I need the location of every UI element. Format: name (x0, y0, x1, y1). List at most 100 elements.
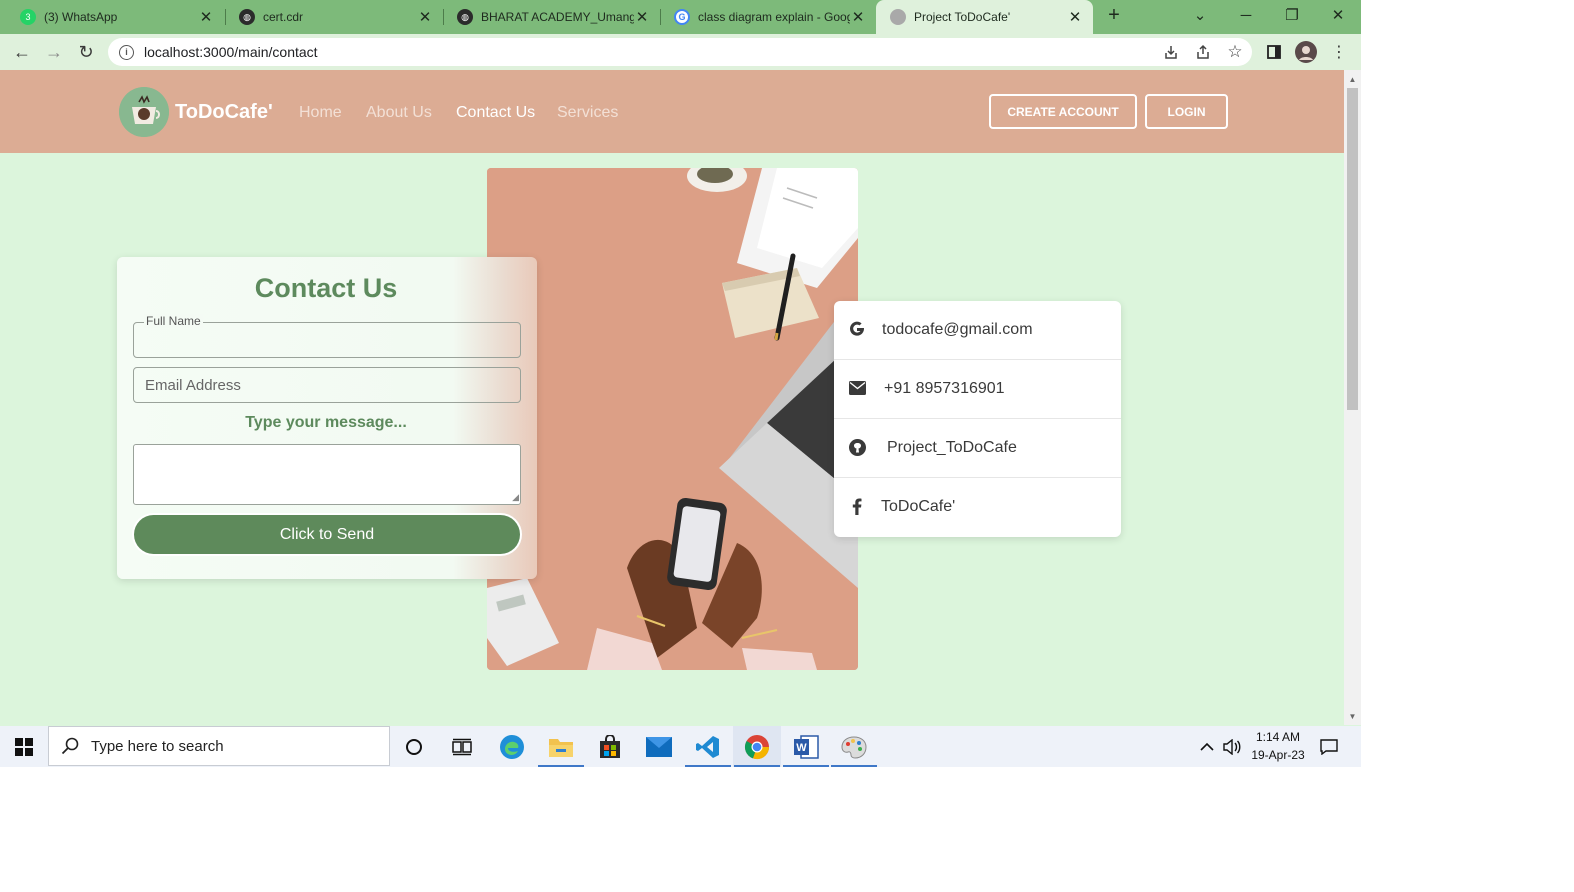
share-icon[interactable] (1192, 41, 1214, 63)
taskbar-mail[interactable] (635, 726, 683, 767)
profile-avatar-icon[interactable] (1295, 41, 1317, 63)
windows-logo-icon (15, 737, 33, 756)
scroll-up-arrow-icon[interactable]: ▲ (1344, 72, 1361, 86)
paint-palette-icon (841, 735, 867, 759)
github-icon (848, 438, 866, 456)
taskbar-edge[interactable] (488, 726, 536, 767)
taskbar-store[interactable] (586, 726, 634, 767)
bookmark-star-icon[interactable]: ☆ (1224, 41, 1246, 63)
close-icon[interactable]: ✕ (417, 8, 433, 26)
task-view-icon (452, 738, 472, 755)
browser-toolbar: ← → ↻ i localhost:3000/main/contact ☆ ⋮ (0, 34, 1361, 70)
contact-form-card: Contact Us Full Name Email Address Type … (117, 257, 537, 579)
page-scrollbar[interactable]: ▲ ▼ (1344, 70, 1361, 725)
nav-home[interactable]: Home (299, 104, 342, 122)
facebook-icon (848, 497, 866, 515)
nav-about-us[interactable]: About Us (366, 104, 432, 122)
login-button[interactable]: LOGIN (1145, 94, 1228, 129)
contact-email-text: todocafe@gmail.com (882, 321, 1033, 338)
todocafe-logo[interactable] (119, 87, 169, 137)
tab-title: cert.cdr (263, 10, 304, 24)
contact-github-text: Project_ToDoCafe (887, 439, 1017, 456)
globe-icon: ◍ (239, 9, 255, 25)
close-icon[interactable]: ✕ (198, 8, 214, 26)
contact-info-phone[interactable]: +91 8957316901 (834, 360, 1121, 419)
close-icon[interactable]: ✕ (634, 8, 650, 26)
reload-button[interactable]: ↻ (72, 39, 100, 65)
restore-button[interactable]: ❐ (1269, 0, 1315, 30)
taskbar-paint[interactable] (830, 726, 878, 767)
globe-icon: ◍ (457, 9, 473, 25)
todocafe-icon (890, 9, 906, 25)
volume-icon[interactable] (1219, 726, 1245, 767)
windows-taskbar: Type here to search W 1:14 AM 19-Apr-23 (0, 726, 1361, 767)
create-account-button[interactable]: CREATE ACCOUNT (989, 94, 1137, 129)
menu-kebab-icon[interactable]: ⋮ (1328, 41, 1350, 63)
whatsapp-icon: 3 (20, 9, 36, 25)
contact-info-facebook[interactable]: ToDoCafe' (834, 478, 1121, 537)
svg-text:W: W (796, 742, 807, 754)
vscode-icon (696, 735, 719, 758)
tab-bharat-academy[interactable]: ◍ BHARAT ACADEMY_Umang S ✕ (443, 0, 660, 34)
tab-whatsapp[interactable]: 3 (3) WhatsApp ✕ (6, 0, 224, 34)
mail-icon (646, 736, 672, 757)
email-placeholder: Email Address (145, 377, 241, 394)
edge-icon (500, 734, 524, 759)
contact-info-list: todocafe@gmail.com +91 8957316901 Projec… (834, 301, 1121, 537)
tray-chevron-up-icon[interactable] (1195, 726, 1219, 767)
word-icon: W (794, 734, 819, 759)
search-icon (61, 737, 79, 755)
send-button[interactable]: Click to Send (134, 515, 520, 554)
close-icon[interactable]: ✕ (850, 8, 866, 26)
nav-contact-us[interactable]: Contact Us (456, 104, 535, 122)
folder-icon (549, 738, 573, 757)
brand-name[interactable]: ToDoCafe' (175, 101, 273, 124)
tab-project-todocafe[interactable]: Project ToDoCafe' ✕ (876, 0, 1093, 34)
install-icon[interactable] (1160, 41, 1182, 63)
tab-title: class diagram explain - Goog (698, 10, 850, 24)
task-view-button[interactable] (438, 726, 486, 767)
message-textarea[interactable]: ◢ (133, 444, 521, 505)
new-tab-button[interactable]: + (1092, 0, 1136, 30)
taskbar-file-explorer[interactable] (537, 726, 585, 767)
tab-title: BHARAT ACADEMY_Umang S (481, 10, 634, 24)
tab-title: Project ToDoCafe' (914, 10, 1011, 24)
scrollbar-thumb[interactable] (1347, 88, 1358, 410)
taskbar-clock[interactable]: 1:14 AM 19-Apr-23 (1246, 728, 1310, 764)
clock-date: 19-Apr-23 (1251, 748, 1305, 762)
address-bar[interactable]: i localhost:3000/main/contact (108, 38, 1252, 66)
contact-info-github[interactable]: Project_ToDoCafe (834, 419, 1121, 478)
contact-info-email[interactable]: todocafe@gmail.com (834, 301, 1121, 360)
tab-google-search[interactable]: G class diagram explain - Goog ✕ (660, 0, 876, 34)
tab-search-chevron-icon[interactable]: ⌄ (1177, 0, 1223, 30)
nav-services[interactable]: Services (557, 104, 618, 122)
store-bag-icon (600, 734, 620, 758)
close-window-button[interactable]: ✕ (1315, 0, 1361, 30)
back-button[interactable]: ← (8, 39, 36, 65)
taskbar-vscode[interactable] (684, 726, 732, 767)
taskbar-word[interactable]: W (782, 726, 830, 767)
taskbar-chrome[interactable] (733, 726, 781, 767)
taskbar-search-placeholder: Type here to search (91, 737, 224, 755)
start-button[interactable] (0, 726, 48, 767)
email-field[interactable]: Email Address (133, 367, 521, 403)
contact-phone-text: +91 8957316901 (884, 380, 1005, 397)
scroll-down-arrow-icon[interactable]: ▼ (1344, 709, 1361, 723)
tab-cert[interactable]: ◍ cert.cdr ✕ (225, 0, 443, 34)
cortana-button[interactable] (390, 726, 438, 767)
minimize-button[interactable]: ─ (1223, 0, 1269, 30)
full-name-field[interactable]: Full Name (133, 314, 521, 358)
close-icon[interactable]: ✕ (1067, 8, 1083, 26)
notifications-button[interactable] (1312, 726, 1346, 767)
side-panel-icon[interactable] (1263, 41, 1285, 63)
cortana-circle-icon (406, 738, 422, 755)
forward-button[interactable]: → (40, 39, 68, 65)
resize-grip-icon[interactable]: ◢ (512, 492, 519, 503)
contact-facebook-text: ToDoCafe' (881, 498, 956, 515)
browser-tab-strip: 3 (3) WhatsApp ✕ ◍ cert.cdr ✕ ◍ BHARAT A… (0, 0, 1361, 34)
full-name-label: Full Name (144, 314, 203, 328)
site-info-icon[interactable]: i (119, 44, 134, 60)
taskbar-search-box[interactable]: Type here to search (48, 726, 390, 766)
google-icon: G (674, 9, 690, 25)
tab-title: (3) WhatsApp (44, 10, 118, 24)
